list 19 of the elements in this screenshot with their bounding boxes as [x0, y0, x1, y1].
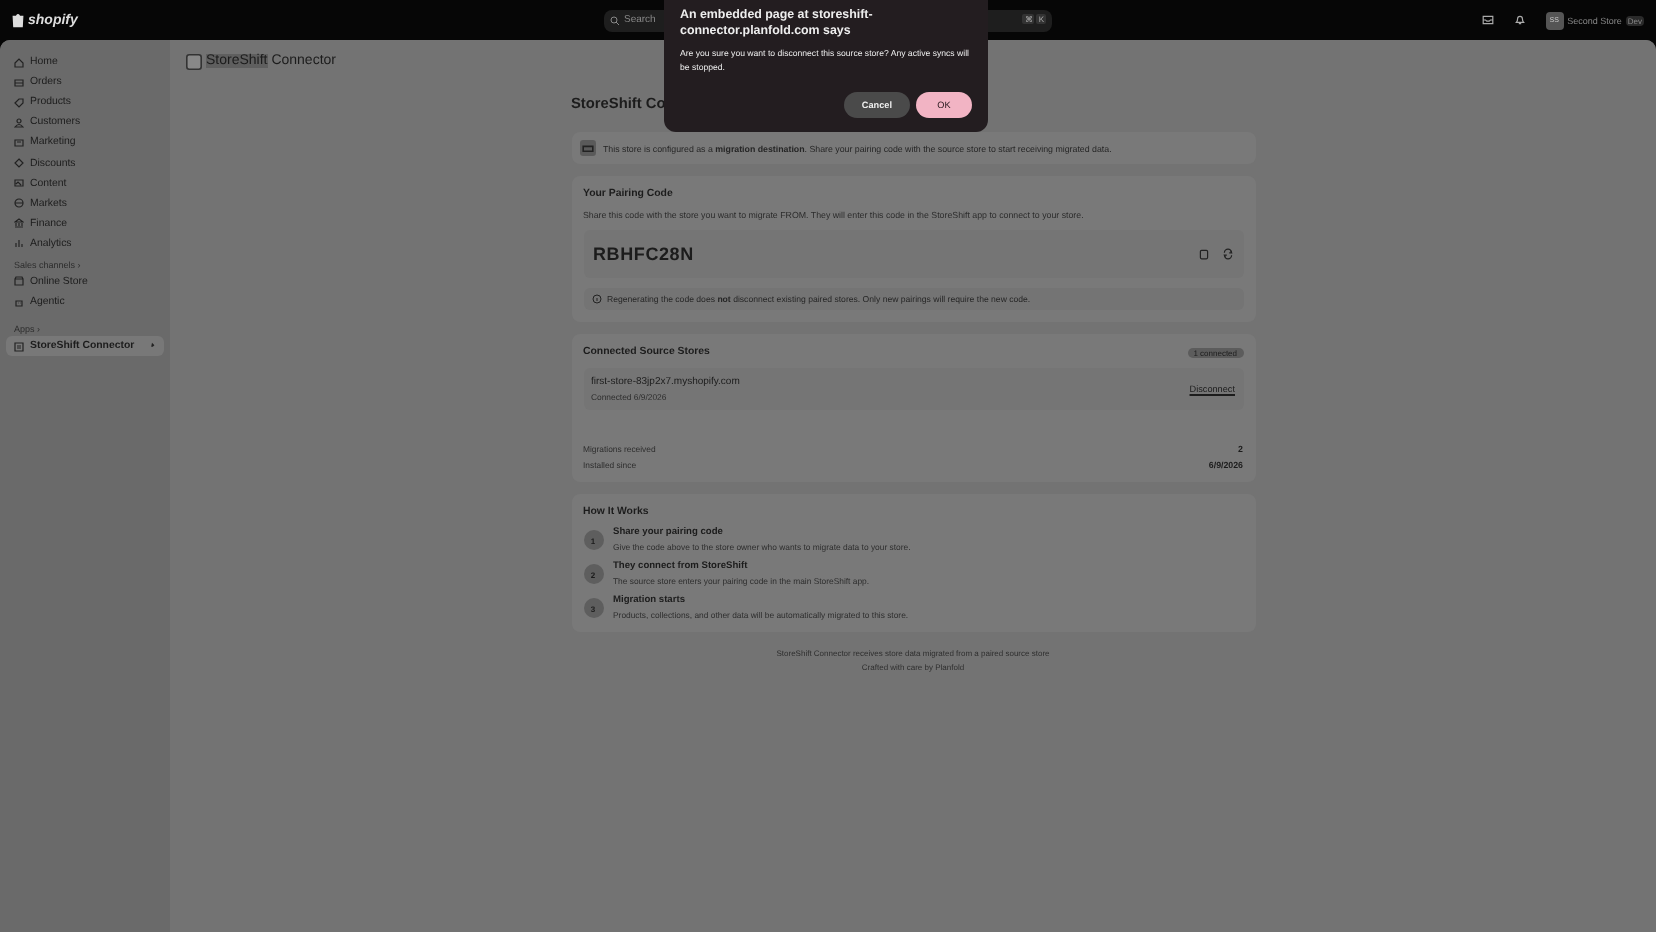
refresh-icon[interactable]	[1221, 248, 1233, 260]
globe-icon	[14, 198, 24, 209]
home-icon	[14, 57, 24, 68]
bell-icon[interactable]	[1513, 14, 1526, 26]
chart-icon	[14, 238, 24, 249]
app-icon	[14, 341, 24, 352]
shopping-bag-icon	[12, 12, 24, 28]
tag-icon	[14, 97, 24, 108]
copy-icon[interactable]	[1197, 248, 1209, 260]
app-icon	[186, 53, 202, 69]
image-icon	[14, 178, 24, 189]
discount-icon	[14, 158, 24, 169]
pairing-code: RBHFC28N	[593, 244, 694, 264]
search-icon	[610, 15, 620, 25]
inbox-icon[interactable]	[1481, 14, 1494, 26]
info-icon	[591, 294, 601, 304]
bank-icon	[14, 218, 24, 229]
person-icon	[14, 117, 24, 128]
tray-icon	[14, 77, 24, 88]
